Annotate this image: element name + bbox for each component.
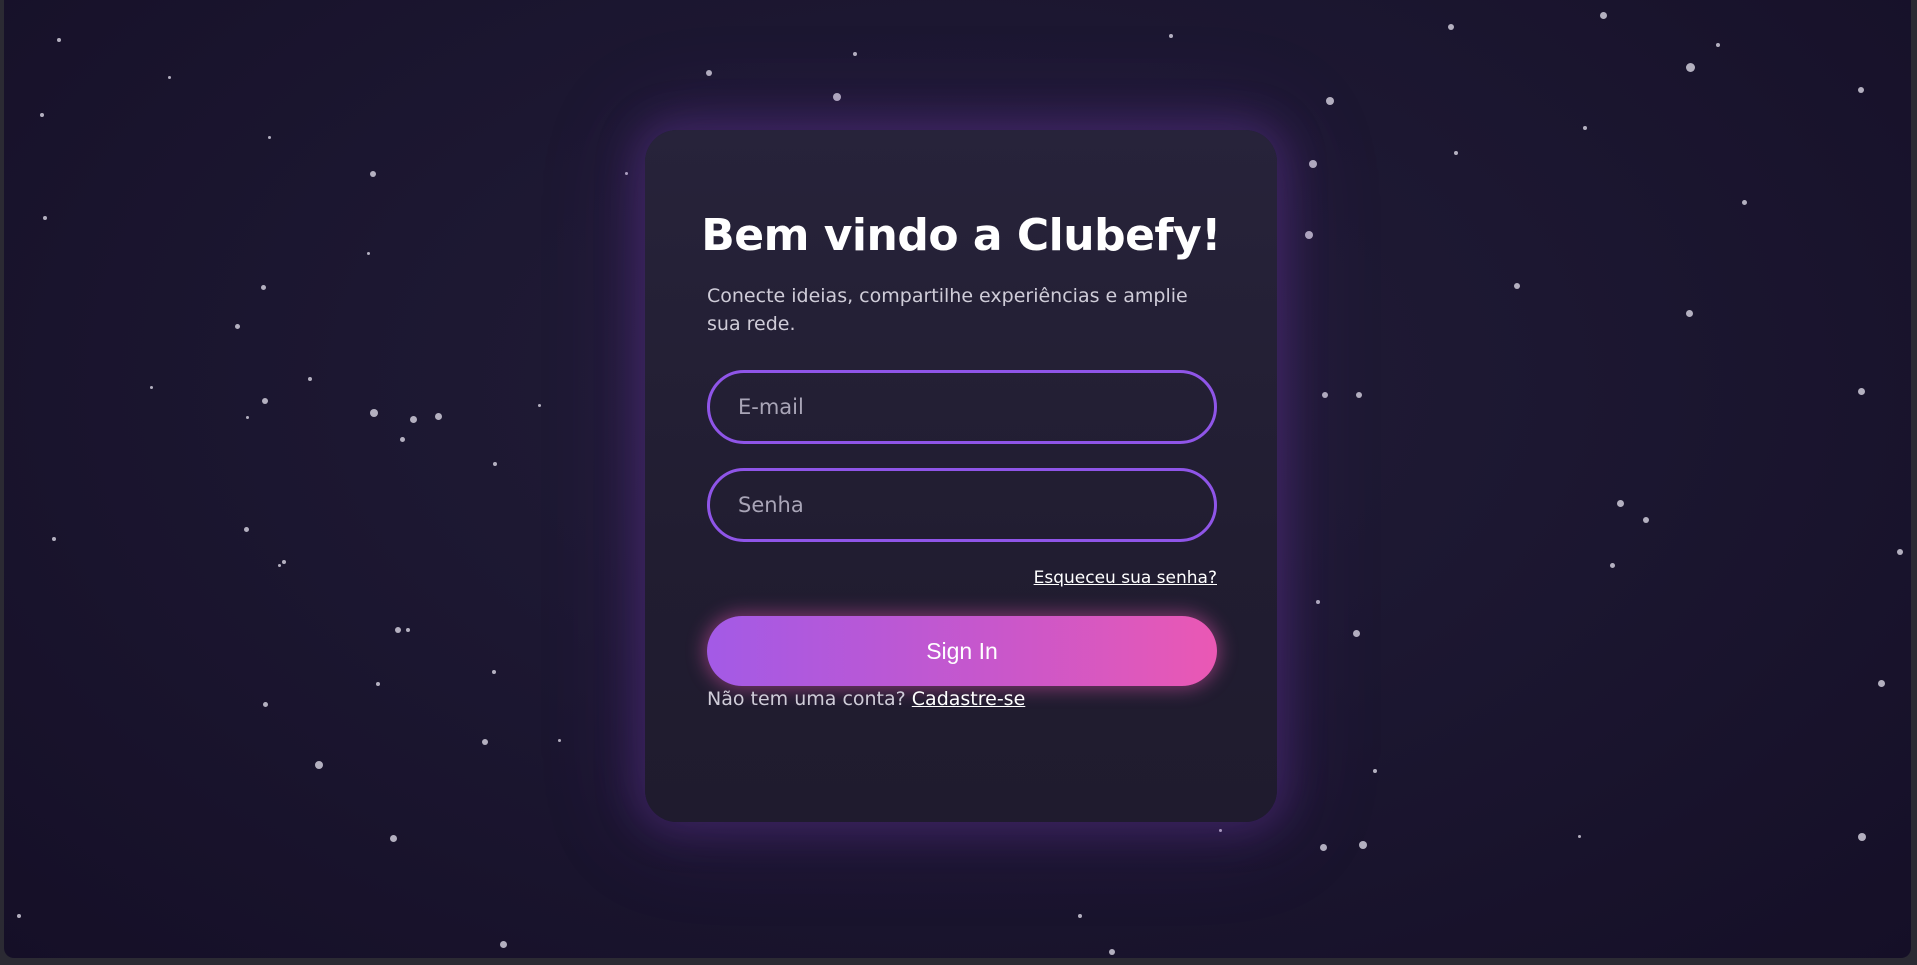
star-dot: [1617, 500, 1624, 507]
star-dot: [1742, 200, 1747, 205]
star-dot: [400, 437, 405, 442]
star-dot: [1356, 392, 1362, 398]
star-dot: [1169, 34, 1173, 38]
star-dot: [261, 285, 266, 290]
star-dot: [1600, 12, 1607, 19]
star-dot: [370, 171, 376, 177]
password-field[interactable]: [707, 468, 1217, 542]
star-dot: [482, 739, 488, 745]
star-dot: [1686, 63, 1695, 72]
login-card: Bem vindo a Clubefy! Conecte ideias, com…: [645, 130, 1277, 822]
sign-in-button[interactable]: Sign In: [707, 616, 1217, 686]
star-dot: [268, 136, 271, 139]
star-dot: [1316, 600, 1320, 604]
star-dot: [1322, 392, 1328, 398]
star-dot: [1578, 835, 1581, 838]
star-dot: [376, 682, 380, 686]
star-dot: [1326, 97, 1334, 105]
star-dot: [1583, 126, 1587, 130]
star-dot: [1858, 833, 1866, 841]
star-dot: [244, 527, 249, 532]
star-dot: [315, 761, 323, 769]
star-dot: [410, 416, 417, 423]
forgot-password-link[interactable]: Esqueceu sua senha?: [1034, 568, 1217, 588]
star-dot: [263, 702, 268, 707]
star-dot: [1109, 949, 1115, 955]
star-dot: [17, 914, 21, 918]
star-dot: [168, 76, 171, 79]
star-dot: [625, 172, 628, 175]
star-dot: [282, 560, 286, 564]
star-dot: [500, 941, 507, 948]
signup-prompt: Não tem uma conta? Cadastre-se: [707, 688, 1025, 710]
star-dot: [1858, 388, 1865, 395]
star-dot: [57, 38, 61, 42]
star-dot: [1373, 769, 1377, 773]
star-dot: [1514, 283, 1520, 289]
star-dot: [43, 216, 47, 220]
star-dot: [1716, 43, 1720, 47]
star-dot: [235, 324, 240, 329]
star-dot: [1897, 549, 1903, 555]
star-dot: [395, 627, 401, 633]
star-dot: [308, 377, 312, 381]
star-dot: [1078, 914, 1082, 918]
star-dot: [1359, 841, 1367, 849]
star-dot: [1320, 844, 1327, 851]
star-dot: [1643, 517, 1649, 523]
star-dot: [1448, 24, 1454, 30]
email-field[interactable]: [707, 370, 1217, 444]
star-dot: [262, 398, 268, 404]
star-dot: [390, 835, 397, 842]
star-dot: [370, 409, 378, 417]
star-dot: [706, 70, 712, 76]
star-dot: [406, 628, 410, 632]
page-background: Bem vindo a Clubefy! Conecte ideias, com…: [4, 0, 1911, 958]
star-dot: [1878, 680, 1885, 687]
page-title: Bem vindo a Clubefy!: [701, 210, 1221, 261]
star-dot: [853, 52, 857, 56]
star-dot: [52, 537, 56, 541]
page-subtitle: Conecte ideias, compartilhe experiências…: [707, 285, 1188, 335]
star-dot: [833, 93, 841, 101]
star-dot: [1309, 160, 1317, 168]
star-dot: [558, 739, 561, 742]
star-dot: [492, 670, 496, 674]
star-dot: [278, 564, 281, 567]
star-dot: [538, 404, 541, 407]
sign-up-link[interactable]: Cadastre-se: [912, 688, 1026, 710]
star-dot: [1686, 310, 1693, 317]
star-dot: [367, 252, 370, 255]
star-dot: [435, 413, 442, 420]
signup-prompt-text: Não tem uma conta?: [707, 688, 912, 710]
star-dot: [1610, 563, 1615, 568]
star-dot: [1305, 231, 1313, 239]
star-dot: [1454, 151, 1458, 155]
star-dot: [40, 113, 44, 117]
star-dot: [493, 462, 497, 466]
star-dot: [246, 416, 249, 419]
star-dot: [1219, 829, 1222, 832]
star-dot: [1858, 87, 1864, 93]
star-dot: [1353, 630, 1360, 637]
star-dot: [150, 386, 153, 389]
